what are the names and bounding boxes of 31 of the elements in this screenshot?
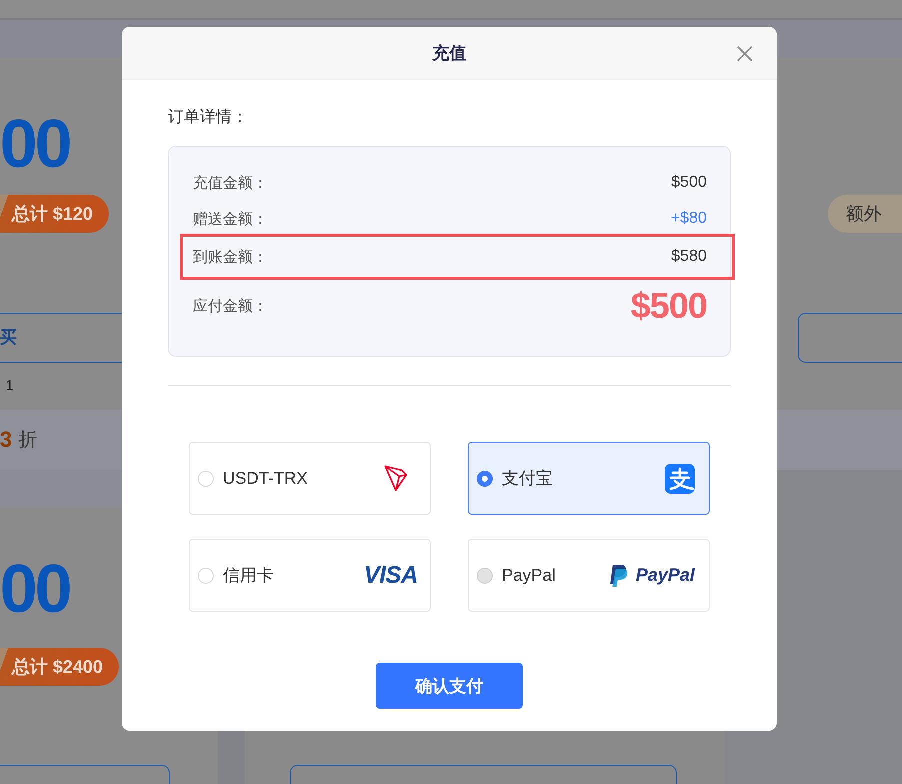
note-text: 1 — [6, 376, 14, 395]
detail-label: 应付金额： — [193, 296, 268, 316]
plan-amount: 00 — [0, 108, 70, 180]
discount-unit: 折 — [18, 429, 38, 453]
plan-amount: 00 — [0, 553, 70, 625]
discount-number: 3 — [0, 427, 12, 453]
visa-logo: VISA — [364, 562, 418, 590]
total-tag: 总计 $120 — [0, 195, 110, 233]
close-button[interactable] — [737, 46, 753, 62]
total-tag: 总计 $2400 — [0, 648, 120, 686]
section-title: 订单详情： — [168, 108, 249, 128]
detail-label: 充值金额： — [193, 174, 268, 192]
triangle-logo-icon — [384, 465, 408, 492]
detail-value: $580 — [671, 248, 707, 266]
buy-button[interactable] — [798, 313, 902, 363]
payment-option[interactable]: USDT-TRX — [189, 442, 431, 515]
app-tile-icon — [665, 464, 695, 494]
p-mark-icon — [610, 564, 628, 588]
detail-label: 到账金额： — [193, 248, 268, 266]
detail-value: $500 — [630, 285, 707, 327]
confirm-pay-button[interactable]: 确认支付 — [376, 663, 523, 709]
payment-option[interactable]: 信用卡 VISA — [189, 539, 431, 612]
bonus-tag: 额外 — [828, 195, 902, 233]
radio-icon[interactable] — [477, 470, 493, 486]
paypal-logo: PayPal — [636, 565, 695, 586]
detail-value: +$80 — [670, 210, 707, 228]
detail-value: $500 — [671, 174, 707, 192]
dialog-title: 充值 — [432, 42, 466, 64]
close-icon — [737, 46, 753, 62]
detail-label: 赠送金额： — [193, 210, 268, 228]
payment-option[interactable]: 支付宝 — [468, 442, 710, 515]
